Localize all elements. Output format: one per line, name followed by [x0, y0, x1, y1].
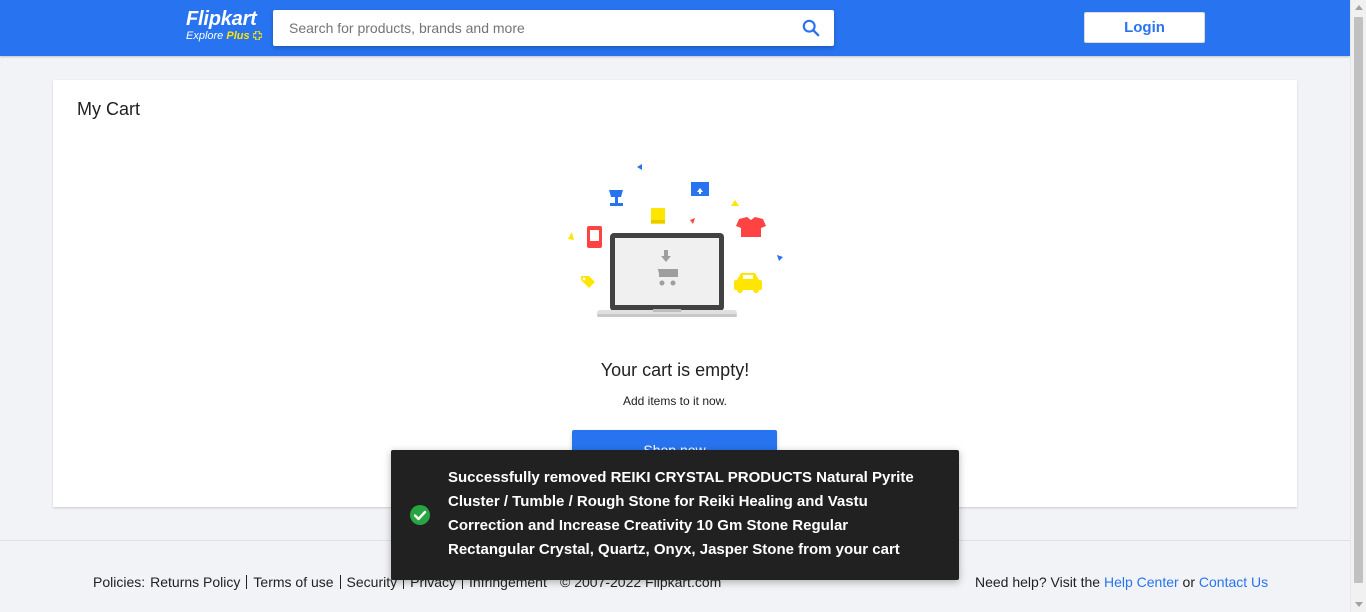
- flipkart-logo[interactable]: Flipkart Explore Plus: [186, 9, 266, 49]
- login-button[interactable]: Login: [1084, 12, 1205, 43]
- search-input[interactable]: [289, 10, 789, 46]
- logo-plus-text: Plus: [226, 30, 250, 42]
- scroll-down-arrow-icon[interactable]: [1355, 602, 1363, 607]
- search-box: [273, 10, 834, 46]
- phone-icon: [587, 226, 602, 248]
- help-text: Need help? Visit the Help Center or Cont…: [975, 574, 1268, 590]
- policies-label: Policies:: [93, 574, 146, 590]
- page-title: My Cart: [77, 99, 140, 119]
- lamp-icon: [609, 190, 623, 206]
- help-prefix: Need help? Visit the: [975, 574, 1101, 590]
- logo-subtext: Explore Plus: [186, 30, 266, 42]
- help-or: or: [1182, 574, 1195, 590]
- picture-frame-icon: [691, 182, 709, 196]
- toast-message: Successfully removed REIKI CRYSTAL PRODU…: [448, 469, 914, 558]
- check-circle-icon: [410, 505, 430, 525]
- book-icon: [651, 208, 665, 224]
- scroll-thumb[interactable]: [1354, 17, 1363, 583]
- scroll-up-arrow-icon[interactable]: [1355, 5, 1363, 10]
- empty-cart-subtitle: Add items to it now.: [622, 394, 728, 408]
- logo-explore-text: Explore: [186, 30, 224, 42]
- help-center-link[interactable]: Help Center: [1104, 574, 1179, 590]
- tshirt-icon: [736, 217, 766, 237]
- plus-icon: [252, 30, 263, 41]
- tag-icon: [581, 276, 595, 288]
- search-icon[interactable]: [802, 19, 820, 37]
- car-icon: [734, 273, 762, 293]
- cart-panel: My Cart Your cart is empty! Add items to…: [53, 80, 1297, 507]
- returns-policy-link[interactable]: Returns Policy: [150, 575, 246, 589]
- logo-text: Flipkart: [186, 8, 257, 30]
- scrollbar[interactable]: [1350, 0, 1366, 612]
- empty-cart-title: Your cart is empty!: [600, 360, 750, 380]
- empty-cart-illustration: [568, 164, 783, 317]
- contact-us-link[interactable]: Contact Us: [1199, 574, 1268, 590]
- removed-item-toast: Successfully removed REIKI CRYSTAL PRODU…: [391, 450, 959, 580]
- terms-of-use-link[interactable]: Terms of use: [246, 575, 339, 589]
- header-bar: Flipkart Explore Plus Login: [0, 0, 1350, 56]
